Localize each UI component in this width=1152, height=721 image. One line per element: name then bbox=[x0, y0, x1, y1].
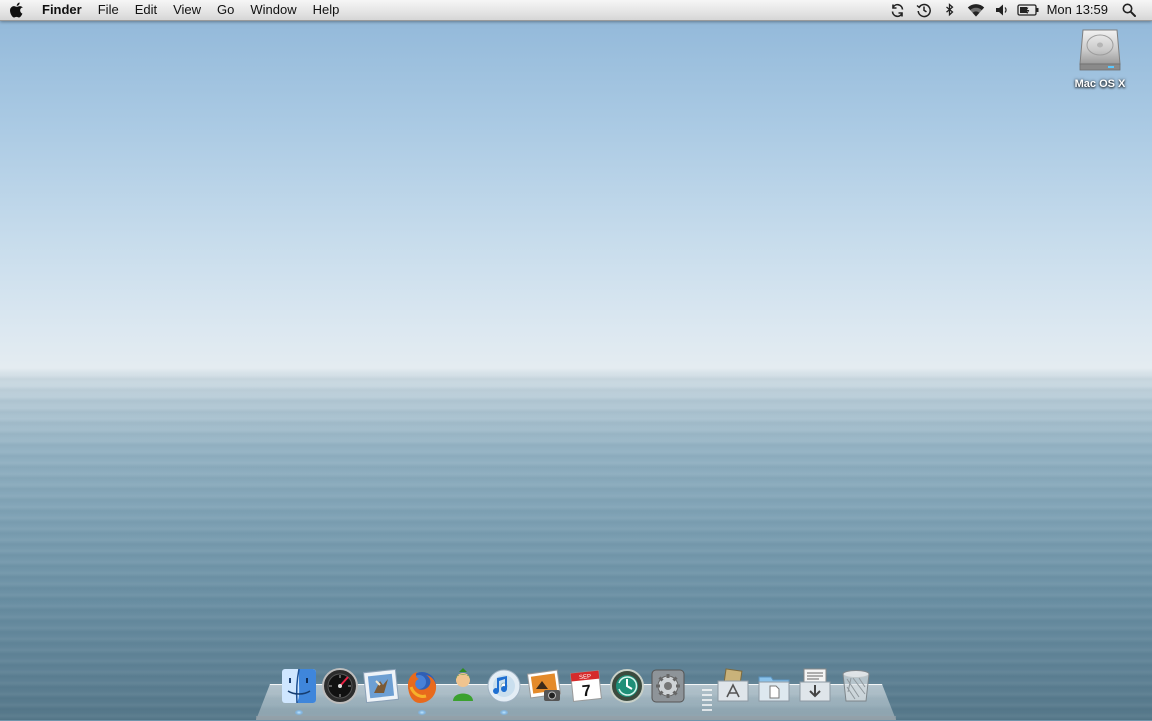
itunes-icon bbox=[487, 669, 521, 703]
calendar-icon: SEP 7 bbox=[570, 670, 602, 702]
time-machine-icon[interactable] bbox=[911, 0, 937, 20]
menu-finder[interactable]: Finder bbox=[34, 0, 90, 20]
finder-icon bbox=[282, 668, 316, 704]
dashboard-icon bbox=[322, 668, 358, 704]
dock-separator bbox=[702, 686, 712, 718]
dock-item-trash[interactable] bbox=[837, 667, 875, 707]
menu-window[interactable]: Window bbox=[242, 0, 304, 20]
dock-running-indicator bbox=[295, 710, 303, 715]
menu-edit[interactable]: Edit bbox=[127, 0, 165, 20]
time-machine-icon bbox=[610, 669, 644, 703]
firefox-icon bbox=[408, 672, 437, 703]
chat-icon bbox=[453, 668, 473, 701]
desktop-icon-label: Mac OS X bbox=[1074, 78, 1126, 90]
dock-item-time-machine[interactable] bbox=[608, 667, 646, 707]
dock-item-system-preferences[interactable] bbox=[649, 667, 687, 707]
wifi-icon[interactable] bbox=[963, 0, 989, 20]
documents-stack-icon bbox=[758, 676, 790, 702]
hard-drive-icon bbox=[1078, 26, 1122, 72]
menu-bar-extras: Mon 13:59 bbox=[885, 0, 1152, 20]
dock-item-firefox[interactable] bbox=[403, 667, 441, 715]
dock-shelf-edge bbox=[256, 716, 896, 720]
dock-stack-documents[interactable] bbox=[755, 667, 793, 707]
menu-go[interactable]: Go bbox=[209, 0, 242, 20]
downloads-stack-icon bbox=[799, 668, 831, 702]
dock-running-indicator bbox=[500, 710, 508, 715]
menu-file[interactable]: File bbox=[90, 0, 127, 20]
dock-item-finder[interactable] bbox=[280, 667, 318, 715]
dock-item-mail[interactable] bbox=[362, 667, 400, 707]
dock-stack-downloads[interactable] bbox=[796, 667, 834, 707]
iphoto-icon bbox=[526, 669, 562, 701]
calendar-month: SEP bbox=[579, 674, 592, 681]
dock-item-chat[interactable] bbox=[444, 667, 482, 707]
bluetooth-icon[interactable] bbox=[937, 0, 963, 20]
calendar-day: 7 bbox=[581, 683, 592, 701]
system-preferences-icon bbox=[651, 669, 685, 703]
dock: SEP 7 bbox=[256, 664, 896, 720]
menu-bar: Finder File Edit View Go Window Help Mon… bbox=[0, 0, 1152, 21]
desktop-wallpaper bbox=[0, 0, 1152, 720]
battery-icon[interactable] bbox=[1015, 0, 1041, 20]
menu-bar-left: Finder File Edit View Go Window Help bbox=[0, 0, 347, 20]
menu-view[interactable]: View bbox=[165, 0, 209, 20]
spotlight-search-icon[interactable] bbox=[1116, 0, 1142, 20]
dock-stack-applications[interactable] bbox=[714, 667, 752, 707]
applications-stack-icon bbox=[717, 668, 749, 702]
trash-icon bbox=[842, 670, 870, 702]
dock-item-calendar[interactable]: SEP 7 bbox=[567, 667, 605, 707]
mail-icon bbox=[362, 668, 400, 704]
volume-icon[interactable] bbox=[989, 0, 1015, 20]
dock-running-indicator bbox=[418, 710, 426, 715]
dock-item-itunes[interactable] bbox=[485, 667, 523, 715]
dock-item-iphoto[interactable] bbox=[526, 667, 564, 707]
desktop-icon-hard-drive[interactable]: Mac OS X bbox=[1068, 26, 1132, 90]
menu-help[interactable]: Help bbox=[305, 0, 348, 20]
dock-item-dashboard[interactable] bbox=[321, 667, 359, 707]
sync-icon[interactable] bbox=[885, 0, 911, 20]
apple-icon[interactable] bbox=[0, 0, 34, 20]
menu-clock[interactable]: Mon 13:59 bbox=[1041, 0, 1116, 20]
